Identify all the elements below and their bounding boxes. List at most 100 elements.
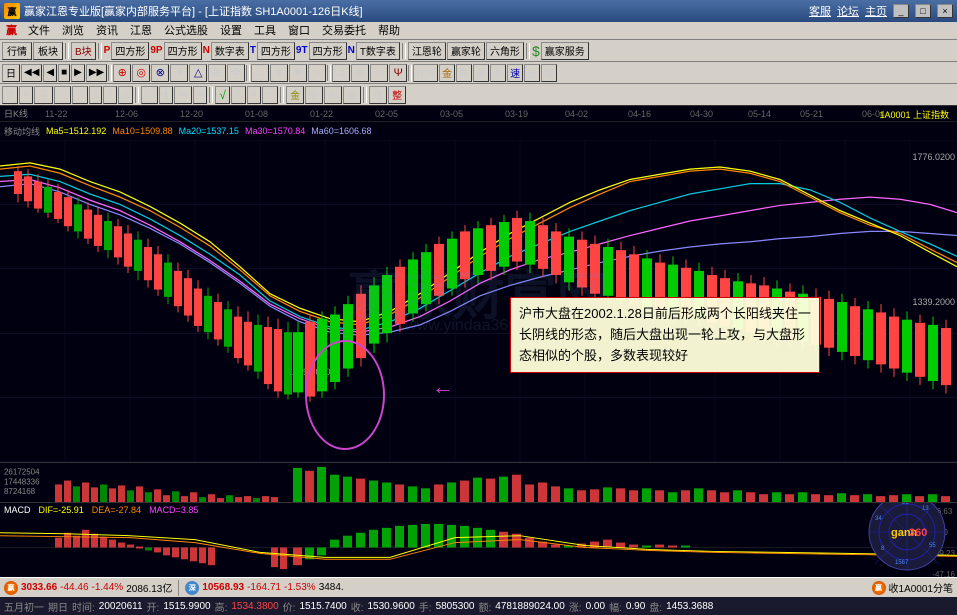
btn-draw15[interactable]: ≡	[247, 86, 261, 104]
btn-9p4sq[interactable]: 四方形	[164, 42, 202, 60]
btn-draw9[interactable]: ⬡	[141, 86, 158, 104]
pct-val: 0.90	[626, 601, 645, 612]
change-label-lbl: 涨:	[569, 599, 582, 614]
menu-settings[interactable]: 设置	[215, 22, 247, 40]
btn-draw7[interactable]: ⊺	[103, 86, 116, 104]
btn-draw11[interactable]: ⋈	[174, 86, 192, 104]
menu-news[interactable]: 资讯	[91, 22, 123, 40]
btn-tool4[interactable]: ✦	[170, 64, 188, 82]
btn-tool1[interactable]: ⊕	[113, 64, 131, 82]
btn-more3[interactable]: 选	[524, 64, 540, 82]
btn-gold1[interactable]: 金	[439, 64, 455, 82]
btn-tool5[interactable]: △	[189, 64, 207, 82]
high-label-lbl: 高:	[215, 599, 228, 614]
macd-svg	[0, 518, 957, 577]
btn-draw3[interactable]: 王	[34, 86, 53, 104]
btn-draw10[interactable]: ╋	[159, 86, 173, 104]
btn-nav1[interactable]: ◀◀	[21, 64, 42, 82]
btn-draw14[interactable]: ⎍	[231, 86, 246, 104]
label-n: N	[203, 45, 210, 56]
btn-b[interactable]: B块	[71, 42, 96, 60]
btn-9t4sq[interactable]: 四方形	[309, 42, 347, 60]
menu-formula[interactable]: 公式选股	[159, 22, 213, 40]
btn-play[interactable]: ▶	[71, 64, 85, 82]
btn-draw12[interactable]: ⋄	[193, 86, 207, 104]
btn-draw22[interactable]: 整	[388, 86, 406, 104]
btn-tool11[interactable]: ∿	[308, 64, 326, 82]
btn-num1[interactable]: 数	[456, 64, 472, 82]
btn-tool8[interactable]: ↔	[251, 64, 269, 82]
btn-jgwheel[interactable]: 江恩轮	[408, 42, 446, 60]
close-label-lbl: 收:	[351, 599, 364, 614]
minimize-button[interactable]: _	[893, 4, 909, 18]
menu-help[interactable]: 帮助	[373, 22, 405, 40]
menu-gann[interactable]: 江恩	[125, 22, 157, 40]
btn-draw17[interactable]: 金	[286, 86, 304, 104]
link-forum[interactable]: 论坛	[837, 3, 859, 19]
btn-draw6[interactable]: ∥	[89, 86, 102, 104]
btn-hex[interactable]: 六角形	[486, 42, 524, 60]
btn-fib[interactable]: 斐	[473, 64, 489, 82]
menu-browse[interactable]: 浏览	[57, 22, 89, 40]
btn-nav3[interactable]: ▶▶	[86, 64, 107, 82]
amount-val: 4781889024.00	[495, 601, 565, 612]
btn-draw2[interactable]: #	[19, 86, 33, 104]
btn-draw21[interactable]: 速	[369, 86, 387, 104]
label-9p: 9P	[150, 45, 162, 56]
ma20-label: Ma20=1537.15	[179, 126, 239, 136]
btn-tool7[interactable]: ✿	[227, 64, 245, 82]
link-customer[interactable]: 客服	[809, 3, 831, 19]
separator7	[327, 65, 331, 81]
btn-percent[interactable]: 比%	[413, 64, 438, 82]
day-label: 期日	[48, 599, 68, 614]
macd-labels: MACD DIF=-25.91 DEA=-27.84 MACD=3.85	[4, 505, 198, 515]
btn-more2[interactable]: 速	[507, 64, 523, 82]
btn-more1[interactable]: 态	[490, 64, 506, 82]
window-title: 赢家江恩专业版[赢家内部服务平台] - [上证指数 SH1A0001-126日K…	[24, 3, 363, 19]
btn-more4[interactable]: 整	[541, 64, 557, 82]
index2-chg: -164.71	[247, 582, 281, 593]
btn-quotes[interactable]: 行情	[2, 42, 32, 60]
datebar: 日K线 11-22 12-06 12-20 01-08 01-22 02-05 …	[0, 106, 957, 122]
btn-draw19[interactable]: 拟	[324, 86, 342, 104]
btn-numtable[interactable]: 数字表	[211, 42, 249, 60]
btn-tool12[interactable]: ⊿	[332, 64, 350, 82]
btn-nt-table[interactable]: T数字表	[356, 42, 400, 60]
btn-tool9[interactable]: ⇕	[270, 64, 288, 82]
btn-draw5[interactable]: ⊣	[72, 86, 89, 104]
btn-draw13[interactable]: √	[215, 86, 230, 104]
maximize-button[interactable]: □	[915, 4, 931, 18]
btn-yj-service[interactable]: 赢家服务	[541, 42, 589, 60]
btn-draw20[interactable]: 态	[343, 86, 361, 104]
menu-window[interactable]: 窗口	[283, 22, 315, 40]
btn-draw16[interactable]: ⊸	[262, 86, 278, 104]
close-button[interactable]: ×	[937, 4, 953, 18]
btn-tool3[interactable]: ⊗	[151, 64, 169, 82]
btn-tool13[interactable]: ⊘	[351, 64, 369, 82]
btn-stop[interactable]: ■	[58, 64, 70, 82]
menu-file[interactable]: 文件	[23, 22, 55, 40]
index2-extra: 3484.	[319, 582, 344, 593]
main-chart[interactable]: 移动均线 Ma5=1512.192 Ma10=1509.88 Ma20=1537…	[0, 122, 957, 462]
menu-win[interactable]: 赢	[2, 22, 21, 40]
btn-tool14[interactable]: ⊙	[370, 64, 388, 82]
btn-tool10[interactable]: ✚	[289, 64, 307, 82]
btn-t4sq[interactable]: 四方形	[257, 42, 295, 60]
svg-text:1567: 1567	[895, 560, 909, 566]
menu-trade[interactable]: 交易委托	[317, 22, 371, 40]
btn-day[interactable]: 日	[2, 64, 20, 82]
link-home[interactable]: 主页	[865, 3, 887, 19]
btn-tool2[interactable]: ◎	[132, 64, 150, 82]
menu-tools[interactable]: 工具	[249, 22, 281, 40]
label-t: T	[250, 45, 256, 56]
btn-draw8[interactable]: △	[118, 86, 134, 104]
btn-draw4[interactable]: ⊢	[54, 86, 71, 104]
btn-p4sq[interactable]: 四方形	[111, 42, 149, 60]
btn-yjwheel[interactable]: 赢家轮	[447, 42, 485, 60]
btn-draw18[interactable]: 安	[305, 86, 323, 104]
btn-draw1[interactable]: ⊞	[2, 86, 18, 104]
btn-tool6[interactable]: ⊞	[208, 64, 226, 82]
btn-nav2[interactable]: ◀	[43, 64, 57, 82]
btn-sector[interactable]: 板块	[33, 42, 63, 60]
btn-tool15[interactable]: Ψ	[389, 64, 407, 82]
